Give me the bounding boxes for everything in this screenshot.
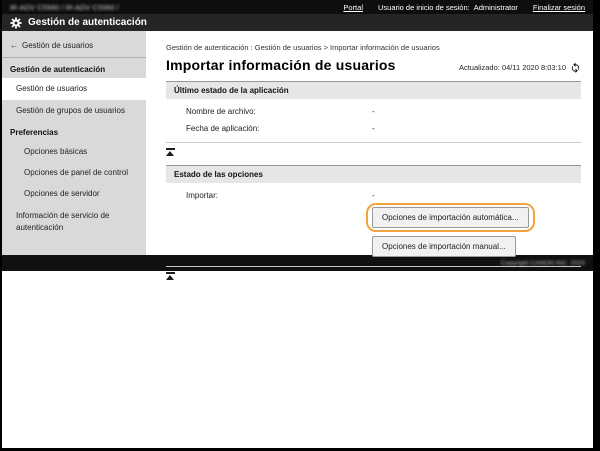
field-value-filename: - bbox=[372, 107, 375, 116]
field-value-import: - bbox=[372, 191, 375, 200]
sidebar-item-control-panel-settings[interactable]: Opciones de panel de control bbox=[2, 162, 146, 183]
updated-timestamp: Actualizado: 04/11 2020 8:03:10 bbox=[458, 63, 566, 72]
sidebar-item-basic-settings[interactable]: Opciones básicas bbox=[2, 141, 146, 162]
login-user-name: Administrator bbox=[473, 2, 518, 12]
field-row-import: Importar: - bbox=[166, 191, 581, 200]
main-content: Gestión de autenticación : Gestión de us… bbox=[146, 31, 593, 280]
field-row-application-date: Fecha de aplicación: - bbox=[166, 124, 581, 133]
sidebar-section-auth-management: Gestión de autenticación bbox=[10, 65, 106, 74]
logout-link[interactable]: Finalizar sesión bbox=[533, 3, 585, 12]
sidebar-navigation: ← Gestión de usuarios Gestión de autenti… bbox=[2, 31, 146, 255]
sidebar-item-server-settings[interactable]: Opciones de servidor bbox=[2, 183, 146, 204]
scroll-to-top-icon[interactable] bbox=[166, 272, 175, 280]
field-label-import: Importar: bbox=[186, 191, 219, 200]
sidebar-back-label: Gestión de usuarios bbox=[22, 41, 94, 50]
sidebar-back-link[interactable]: ← Gestión de usuarios bbox=[2, 38, 146, 58]
annotation-highlight-ring: Opciones de importación automática... bbox=[366, 203, 535, 232]
scroll-to-top-icon[interactable] bbox=[166, 148, 175, 156]
remote-ui-window: iR-ADV C5560 / iR-ADV C5560 / Portal Usu… bbox=[2, 0, 593, 448]
app-title-bar: Gestión de autenticación bbox=[2, 14, 593, 31]
section-last-application-status: Último estado de la aplicación bbox=[166, 81, 581, 99]
refresh-icon[interactable] bbox=[570, 62, 581, 73]
login-session-info: Usuario de inicio de sesión: Administrat… bbox=[378, 3, 518, 12]
section-settings-status: Estado de las opciones bbox=[166, 165, 581, 183]
copyright-blurred: Copyright CANON INC. 2020 bbox=[500, 259, 585, 267]
manual-import-settings-button[interactable]: Opciones de importación manual... bbox=[372, 236, 516, 257]
portal-link[interactable]: Portal bbox=[343, 3, 363, 12]
breadcrumb[interactable]: Gestión de autenticación : Gestión de us… bbox=[166, 43, 581, 52]
sidebar-section-preferences: Preferencias bbox=[10, 128, 59, 137]
empty-area bbox=[2, 271, 593, 448]
back-arrow-icon: ← bbox=[10, 41, 18, 50]
field-row-filename: Nombre de archivo: - bbox=[166, 107, 581, 116]
divider bbox=[166, 142, 581, 143]
screenshot-frame: iR-ADV C5560 / iR-ADV C5560 / Portal Usu… bbox=[0, 0, 600, 451]
field-value-application-date: - bbox=[372, 124, 375, 133]
gear-icon bbox=[10, 16, 22, 29]
top-status-bar: iR-ADV C5560 / iR-ADV C5560 / Portal Usu… bbox=[2, 0, 593, 14]
auto-import-settings-button[interactable]: Opciones de importación automática... bbox=[372, 207, 529, 228]
field-label-application-date: Fecha de aplicación: bbox=[186, 124, 260, 133]
sidebar-item-user-group-management[interactable]: Gestión de grupos de usuarios bbox=[2, 100, 146, 121]
sidebar-item-user-management[interactable]: Gestión de usuarios bbox=[2, 78, 146, 100]
sidebar-item-auth-service-info[interactable]: Información de servicio de autenticación bbox=[2, 204, 146, 240]
login-user-label: Usuario de inicio de sesión: bbox=[377, 2, 470, 12]
page-title: Importar información de usuarios bbox=[166, 57, 396, 73]
device-name-blurred: iR-ADV C5560 / iR-ADV C5560 / bbox=[10, 2, 119, 12]
app-title: Gestión de autenticación bbox=[28, 17, 147, 28]
field-label-filename: Nombre de archivo: bbox=[186, 107, 256, 116]
